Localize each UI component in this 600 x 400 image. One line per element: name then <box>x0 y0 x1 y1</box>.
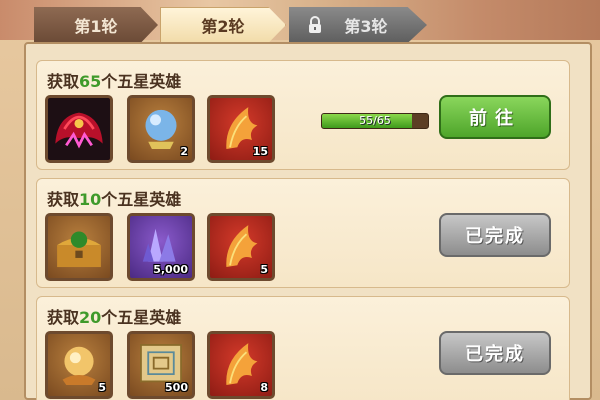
tab-round-2[interactable]: 第2轮 <box>160 7 286 43</box>
reward-slot[interactable]: 15 <box>207 95 275 163</box>
hero-skin-icon <box>48 98 110 160</box>
progress-text: 55/65 <box>359 114 391 127</box>
reward-quantity: 8 <box>260 381 268 394</box>
reward-slot[interactable]: 500 <box>127 331 195 399</box>
task-row: 获取20个五星英雄 5 500 8 已完成 <box>36 296 570 400</box>
reward-quantity: 15 <box>252 145 268 158</box>
reward-slot[interactable]: 8 <box>207 331 275 399</box>
task-count: 20 <box>79 308 102 327</box>
treasure-chest-icon <box>57 231 101 268</box>
reward-quantity: 5 <box>260 263 268 276</box>
reward-quantity: 5,000 <box>153 263 188 276</box>
tab-round-2-label: 第2轮 <box>201 17 245 36</box>
go-button[interactable]: 前往 <box>439 95 551 139</box>
tab-round-3-label: 第3轮 <box>344 17 388 36</box>
task-row: 获取65个五星英雄 2 15 55/65 前往 <box>36 60 570 170</box>
tab-round-1[interactable]: 第1轮 <box>34 7 158 43</box>
reward-slot[interactable]: 5,000 <box>127 213 195 281</box>
task-title: 获取20个五星英雄 <box>47 308 182 327</box>
progress-bar: 55/65 <box>321 113 429 129</box>
round-tabs: 第1轮 第2轮 第3轮 <box>0 0 600 44</box>
task-row: 获取10个五星英雄 5,000 5 已完成 <box>36 178 570 288</box>
tab-round-3[interactable]: 第3轮 <box>289 7 427 43</box>
reward-quantity: 5 <box>98 381 106 394</box>
task-title: 获取65个五星英雄 <box>47 72 182 91</box>
reward-slot[interactable]: 5 <box>45 331 113 399</box>
reward-slot[interactable]: 5 <box>207 213 275 281</box>
reward-slot[interactable] <box>45 95 113 163</box>
reward-slot[interactable] <box>45 213 113 281</box>
completed-button[interactable]: 已完成 <box>439 213 551 257</box>
reward-quantity: 2 <box>180 145 188 158</box>
lock-icon <box>309 16 321 33</box>
reward-slot[interactable]: 2 <box>127 95 195 163</box>
completed-button[interactable]: 已完成 <box>439 331 551 375</box>
task-title: 获取10个五星英雄 <box>47 190 182 209</box>
task-count: 65 <box>79 72 102 91</box>
reward-quantity: 500 <box>165 381 188 394</box>
task-count: 10 <box>79 190 102 209</box>
tab-round-1-label: 第1轮 <box>74 17 118 36</box>
